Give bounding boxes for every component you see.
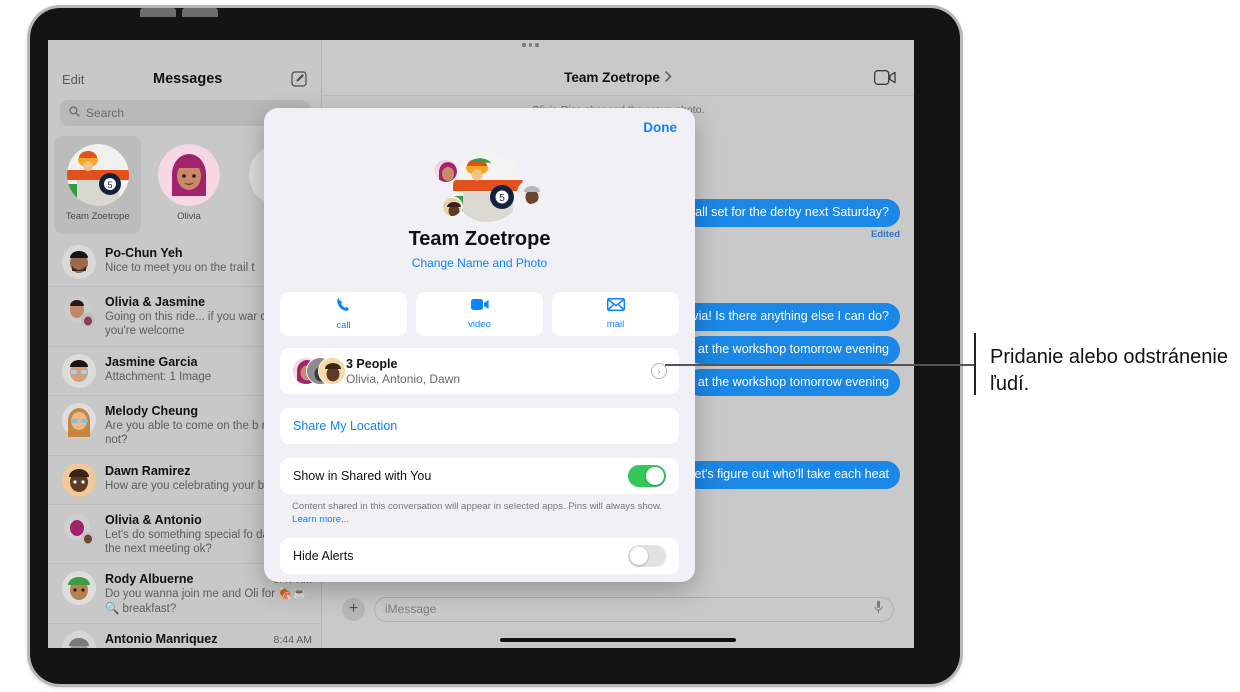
avatar xyxy=(62,462,96,497)
hide-alerts-toggle[interactable] xyxy=(628,545,666,567)
mail-icon xyxy=(606,297,625,316)
shared-with-you-toggle[interactable] xyxy=(628,465,666,487)
avatar xyxy=(62,402,96,437)
quick-actions: call video mail xyxy=(280,292,679,336)
add-attachment-button[interactable]: + xyxy=(342,597,365,621)
list-item[interactable]: Antonio Manriquez 8:44 AM xyxy=(48,624,322,648)
svg-text:5: 5 xyxy=(499,193,505,204)
compose-icon[interactable] xyxy=(291,71,307,87)
people-names: Olivia, Antonio, Dawn xyxy=(346,371,461,386)
message-text: at the workshop tomorrow evening xyxy=(697,374,889,389)
imessage-input[interactable]: iMessage xyxy=(374,596,894,622)
hide-alerts-label: Hide Alerts xyxy=(293,549,354,563)
conversation-name: Dawn Ramirez xyxy=(105,463,191,478)
pinned-label: Team Zoetrope xyxy=(65,211,130,222)
pinned-label: Olivia xyxy=(177,211,201,222)
people-count: 3 People xyxy=(346,356,398,371)
conversation-name: Antonio Manriquez xyxy=(105,632,218,646)
search-icon xyxy=(69,104,80,122)
message-text: all set for the derby next Saturday? xyxy=(695,205,889,219)
video-button[interactable]: video xyxy=(416,292,543,336)
mail-button[interactable]: mail xyxy=(552,292,679,336)
pinned-item-team-zoetrope[interactable]: 5 Team Zoetrope xyxy=(54,136,142,234)
done-button[interactable]: Done xyxy=(643,120,677,135)
ipad-screen: 9:41 AM Mon Jun 10 100% Edit Messages Se… xyxy=(48,40,914,648)
change-name-photo-link[interactable]: Change Name and Photo xyxy=(264,256,695,270)
group-name: Team Zoetrope xyxy=(408,228,551,250)
show-in-shared-with-you-row[interactable]: Show in Shared with You xyxy=(280,458,679,494)
avatar xyxy=(62,631,96,648)
search-placeholder: Search xyxy=(86,106,125,120)
microphone-icon[interactable] xyxy=(874,600,883,619)
message-bubble-outgoing[interactable]: at the workshop tomorrow evening xyxy=(686,335,900,364)
conversation-name: Rody Albuerne xyxy=(105,572,194,587)
device-top-button-2 xyxy=(182,8,218,17)
conversation-name: Po-Chun Yeh xyxy=(105,246,183,260)
avatar xyxy=(62,571,96,606)
page-title: Messages xyxy=(153,71,223,87)
message-text: et's figure out who'll take each heat xyxy=(694,467,889,482)
group-avatar: 5 xyxy=(66,144,129,206)
member-avatar-2 xyxy=(440,196,463,218)
share-my-location-label: Share My Location xyxy=(293,419,398,433)
message-bubble-outgoing[interactable]: et's figure out who'll take each heat xyxy=(683,461,900,489)
group-avatar[interactable]: 5 xyxy=(452,152,523,222)
mail-label: mail xyxy=(606,319,625,330)
call-label: call xyxy=(336,320,351,331)
shared-with-you-label: Show in Shared with You xyxy=(293,469,432,483)
member-avatars xyxy=(292,357,346,385)
message-bubble-outgoing[interactable]: at the workshop tomorrow evening xyxy=(686,368,900,397)
people-row[interactable]: 3 People Olivia, Antonio, Dawn › xyxy=(280,348,679,394)
conversation-preview: Do you wanna join me and Oli for 🍖☕🔍 bre… xyxy=(105,588,307,615)
conversation-name: Melody Cheung xyxy=(105,403,199,418)
window-menu-dots[interactable] xyxy=(522,43,539,47)
member-avatar-3 xyxy=(516,180,543,206)
sidebar-header: Edit Messages xyxy=(48,62,321,96)
video-label: video xyxy=(468,319,491,330)
svg-text:5: 5 xyxy=(107,180,112,190)
group-avatar-section: 5 xyxy=(264,148,695,226)
avatar-group xyxy=(62,294,96,328)
callout-text: Pridanie alebo odstránenie ľudí. xyxy=(990,346,1228,395)
avatar-group xyxy=(62,512,96,546)
message-text: ivia! Is there anything else I can do? xyxy=(689,309,889,324)
chat-header: Team Zoetrope xyxy=(322,60,914,96)
conversation-name: Jasmine Garcia xyxy=(105,354,198,369)
call-button[interactable]: call xyxy=(280,292,407,336)
message-bubble-outgoing[interactable]: ivia! Is there anything else I can do? xyxy=(678,303,900,331)
member-avatar-3 xyxy=(318,357,346,385)
message-text: at the workshop tomorrow evening xyxy=(697,341,889,356)
chat-title: Team Zoetrope xyxy=(564,70,660,85)
facetime-icon[interactable] xyxy=(874,70,896,90)
device-top-button xyxy=(140,8,176,17)
shared-desc-text: Content shared in this conversation will… xyxy=(292,501,663,512)
conversation-name: Olivia & Antonio xyxy=(105,512,202,527)
avatar-olivia xyxy=(157,144,220,206)
chat-title-button[interactable]: Team Zoetrope xyxy=(564,69,672,87)
imessage-placeholder: iMessage xyxy=(385,602,437,616)
chevron-right-icon xyxy=(665,69,672,87)
avatar xyxy=(62,353,96,388)
avatar xyxy=(62,245,96,279)
conversation-name: Olivia & Jasmine xyxy=(105,295,206,309)
callout-bracket xyxy=(974,333,976,395)
learn-more-link[interactable]: Learn more... xyxy=(292,514,349,525)
shared-with-you-description: Content shared in this conversation will… xyxy=(292,500,667,526)
phone-icon xyxy=(336,297,351,317)
message-input-bar: + iMessage xyxy=(322,592,914,626)
video-icon xyxy=(470,298,489,316)
conversation-time: 8:44 AM xyxy=(273,634,312,646)
message-bubble-outgoing[interactable]: all set for the derby next Saturday? xyxy=(684,199,900,227)
pinned-item-olivia[interactable]: Olivia xyxy=(145,136,232,234)
home-indicator xyxy=(500,637,736,642)
edit-button[interactable]: Edit xyxy=(62,72,84,87)
share-my-location-row[interactable]: Share My Location xyxy=(280,408,679,444)
group-details-modal: Done 5 Team Zoetrope Change Name and Pho… xyxy=(264,108,695,582)
member-avatar-olivia xyxy=(432,158,459,184)
hide-alerts-row[interactable]: Hide Alerts xyxy=(280,538,679,574)
callout-leader-line xyxy=(665,364,975,366)
